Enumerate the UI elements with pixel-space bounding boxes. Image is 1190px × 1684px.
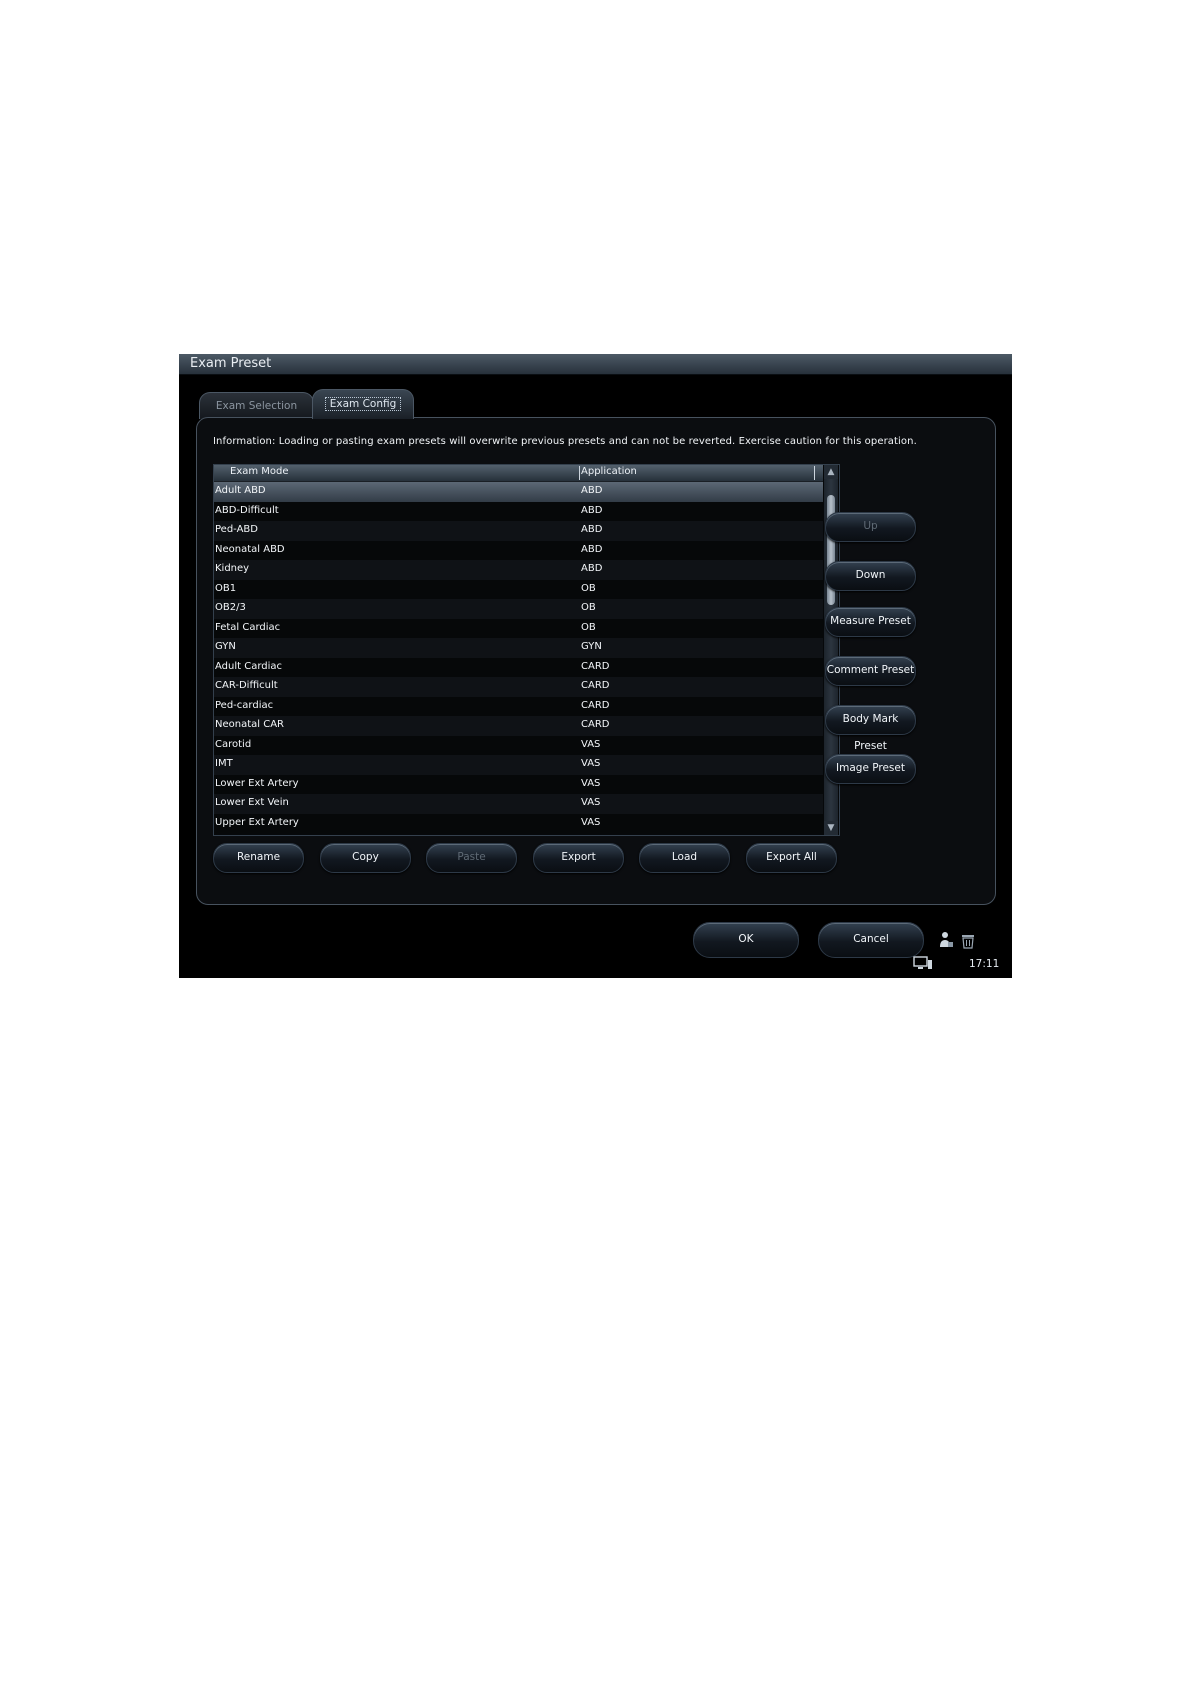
table-row[interactable]: Fetal Cardiac OB bbox=[214, 618, 823, 638]
exam-mode-cell: Lower Ext Artery bbox=[215, 777, 299, 789]
title-bar: Exam Preset bbox=[179, 354, 1012, 375]
application-cell: CARD bbox=[581, 699, 610, 711]
monitor-icon[interactable] bbox=[913, 956, 933, 970]
load-button[interactable]: Load bbox=[639, 843, 730, 873]
table-row[interactable]: Lower Ext Artery VAS bbox=[214, 774, 823, 794]
column-divider[interactable] bbox=[579, 466, 580, 480]
exam-mode-cell: IMT bbox=[215, 758, 233, 769]
exam-mode-cell: Upper Ext Artery bbox=[215, 816, 299, 828]
application-cell: OB bbox=[581, 602, 596, 613]
application-cell: CARD bbox=[581, 719, 610, 730]
exam-mode-cell: Adult ABD bbox=[215, 485, 266, 496]
user-icon[interactable] bbox=[938, 931, 954, 949]
table-row[interactable]: Carotid VAS bbox=[214, 735, 823, 755]
export-all-button[interactable]: Export All bbox=[746, 843, 837, 873]
body-mark-preset-button[interactable]: Body Mark Preset bbox=[825, 705, 916, 752]
copy-button[interactable]: Copy bbox=[320, 843, 411, 873]
application-cell: ABD bbox=[581, 524, 603, 535]
table-row[interactable]: ABD-Difficult ABD bbox=[214, 501, 823, 521]
application-cell: GYN bbox=[581, 641, 602, 652]
scroll-down-arrow-icon[interactable]: ▼ bbox=[824, 821, 838, 835]
table-row[interactable]: Adult Cardiac CARD bbox=[214, 657, 823, 677]
exam-mode-cell: OB2/3 bbox=[215, 602, 246, 613]
table-row[interactable]: IMT VAS bbox=[214, 755, 823, 775]
exam-config-panel: Information: Loading or pasting exam pre… bbox=[196, 417, 996, 905]
exam-mode-cell: Neonatal CAR bbox=[215, 719, 284, 730]
application-cell: VAS bbox=[581, 777, 601, 789]
table-row[interactable]: CAR-Difficult CARD bbox=[214, 677, 823, 697]
image-preset-button[interactable]: Image Preset bbox=[825, 754, 916, 784]
table-row[interactable]: OB1 OB bbox=[214, 579, 823, 599]
trash-icon[interactable] bbox=[961, 933, 975, 949]
exam-mode-cell: Adult Cardiac bbox=[215, 660, 283, 672]
column-header-application[interactable]: Application bbox=[581, 466, 637, 477]
application-cell: CARD bbox=[581, 680, 610, 691]
exam-mode-cell: GYN bbox=[215, 641, 236, 652]
tab-exam-config[interactable]: Exam Config bbox=[312, 389, 414, 419]
application-cell: VAS bbox=[581, 816, 601, 828]
exam-mode-cell: Neonatal ABD bbox=[215, 543, 285, 555]
application-cell: ABD bbox=[581, 485, 603, 496]
application-cell: ABD bbox=[581, 504, 603, 516]
ok-button[interactable]: OK bbox=[693, 922, 799, 958]
information-text: Information: Loading or pasting exam pre… bbox=[213, 436, 917, 447]
table-row[interactable]: Ped-cardiac CARD bbox=[214, 696, 823, 716]
exam-mode-cell: Kidney bbox=[215, 563, 250, 574]
cancel-button[interactable]: Cancel bbox=[818, 922, 924, 958]
comment-preset-button[interactable]: Comment Preset bbox=[825, 656, 916, 686]
tab-exam-selection-label: Exam Selection bbox=[215, 400, 298, 412]
exam-mode-cell: ABD-Difficult bbox=[215, 504, 279, 516]
paste-button[interactable]: Paste bbox=[426, 843, 517, 873]
window-title: Exam Preset bbox=[190, 356, 272, 371]
column-header-exam-mode[interactable]: Exam Mode bbox=[230, 466, 289, 477]
exam-preset-dialog: Exam Preset Exam Selection Exam Config I… bbox=[179, 354, 1012, 978]
up-button[interactable]: Up bbox=[825, 512, 916, 542]
application-cell: OB bbox=[581, 621, 596, 633]
application-cell: VAS bbox=[581, 738, 601, 750]
table-row[interactable]: Upper Ext Artery VAS bbox=[214, 813, 823, 833]
table-row[interactable]: Kidney ABD bbox=[214, 560, 823, 580]
exam-mode-cell: Ped-cardiac bbox=[215, 699, 274, 711]
application-cell: VAS bbox=[581, 797, 601, 808]
exam-mode-cell: Fetal Cardiac bbox=[215, 621, 281, 633]
table-body: Adult ABD ABD ABD-Difficult ABD Ped-ABD ABD Ne… bbox=[214, 482, 823, 833]
table-header: Exam Mode Application bbox=[214, 465, 823, 482]
table-row[interactable]: Neonatal ABD ABD bbox=[214, 540, 823, 560]
export-button[interactable]: Export bbox=[533, 843, 624, 873]
application-cell: CARD bbox=[581, 660, 610, 672]
table-row[interactable]: GYN GYN bbox=[214, 638, 823, 658]
table-row[interactable]: OB2/3 OB bbox=[214, 599, 823, 619]
exam-mode-cell: Ped-ABD bbox=[215, 524, 258, 535]
application-cell: VAS bbox=[581, 758, 601, 769]
scroll-up-arrow-icon[interactable]: ▲ bbox=[824, 465, 838, 479]
application-cell: ABD bbox=[581, 543, 603, 555]
exam-mode-cell: CAR-Difficult bbox=[215, 680, 278, 691]
exam-mode-cell: Carotid bbox=[215, 738, 252, 750]
application-cell: OB bbox=[581, 582, 596, 594]
application-cell: ABD bbox=[581, 563, 603, 574]
column-divider[interactable] bbox=[814, 466, 815, 480]
down-button[interactable]: Down bbox=[825, 561, 916, 591]
tab-exam-selection[interactable]: Exam Selection bbox=[199, 392, 314, 419]
exam-mode-cell: Lower Ext Vein bbox=[215, 797, 289, 808]
exam-mode-cell: OB1 bbox=[215, 582, 237, 594]
table-row[interactable]: Neonatal CAR CARD bbox=[214, 716, 823, 736]
table-row[interactable]: Adult ABD ABD bbox=[214, 482, 823, 502]
table-row[interactable]: Lower Ext Vein VAS bbox=[214, 794, 823, 814]
measure-preset-button[interactable]: Measure Preset bbox=[825, 607, 916, 637]
table-row[interactable]: Ped-ABD ABD bbox=[214, 521, 823, 541]
exam-mode-table: Exam Mode Application Adult ABD ABD ABD-Di… bbox=[213, 464, 840, 836]
clock-time: 17:11 bbox=[969, 958, 1000, 970]
tab-exam-config-label: Exam Config bbox=[324, 397, 402, 411]
rename-button[interactable]: Rename bbox=[213, 843, 304, 873]
